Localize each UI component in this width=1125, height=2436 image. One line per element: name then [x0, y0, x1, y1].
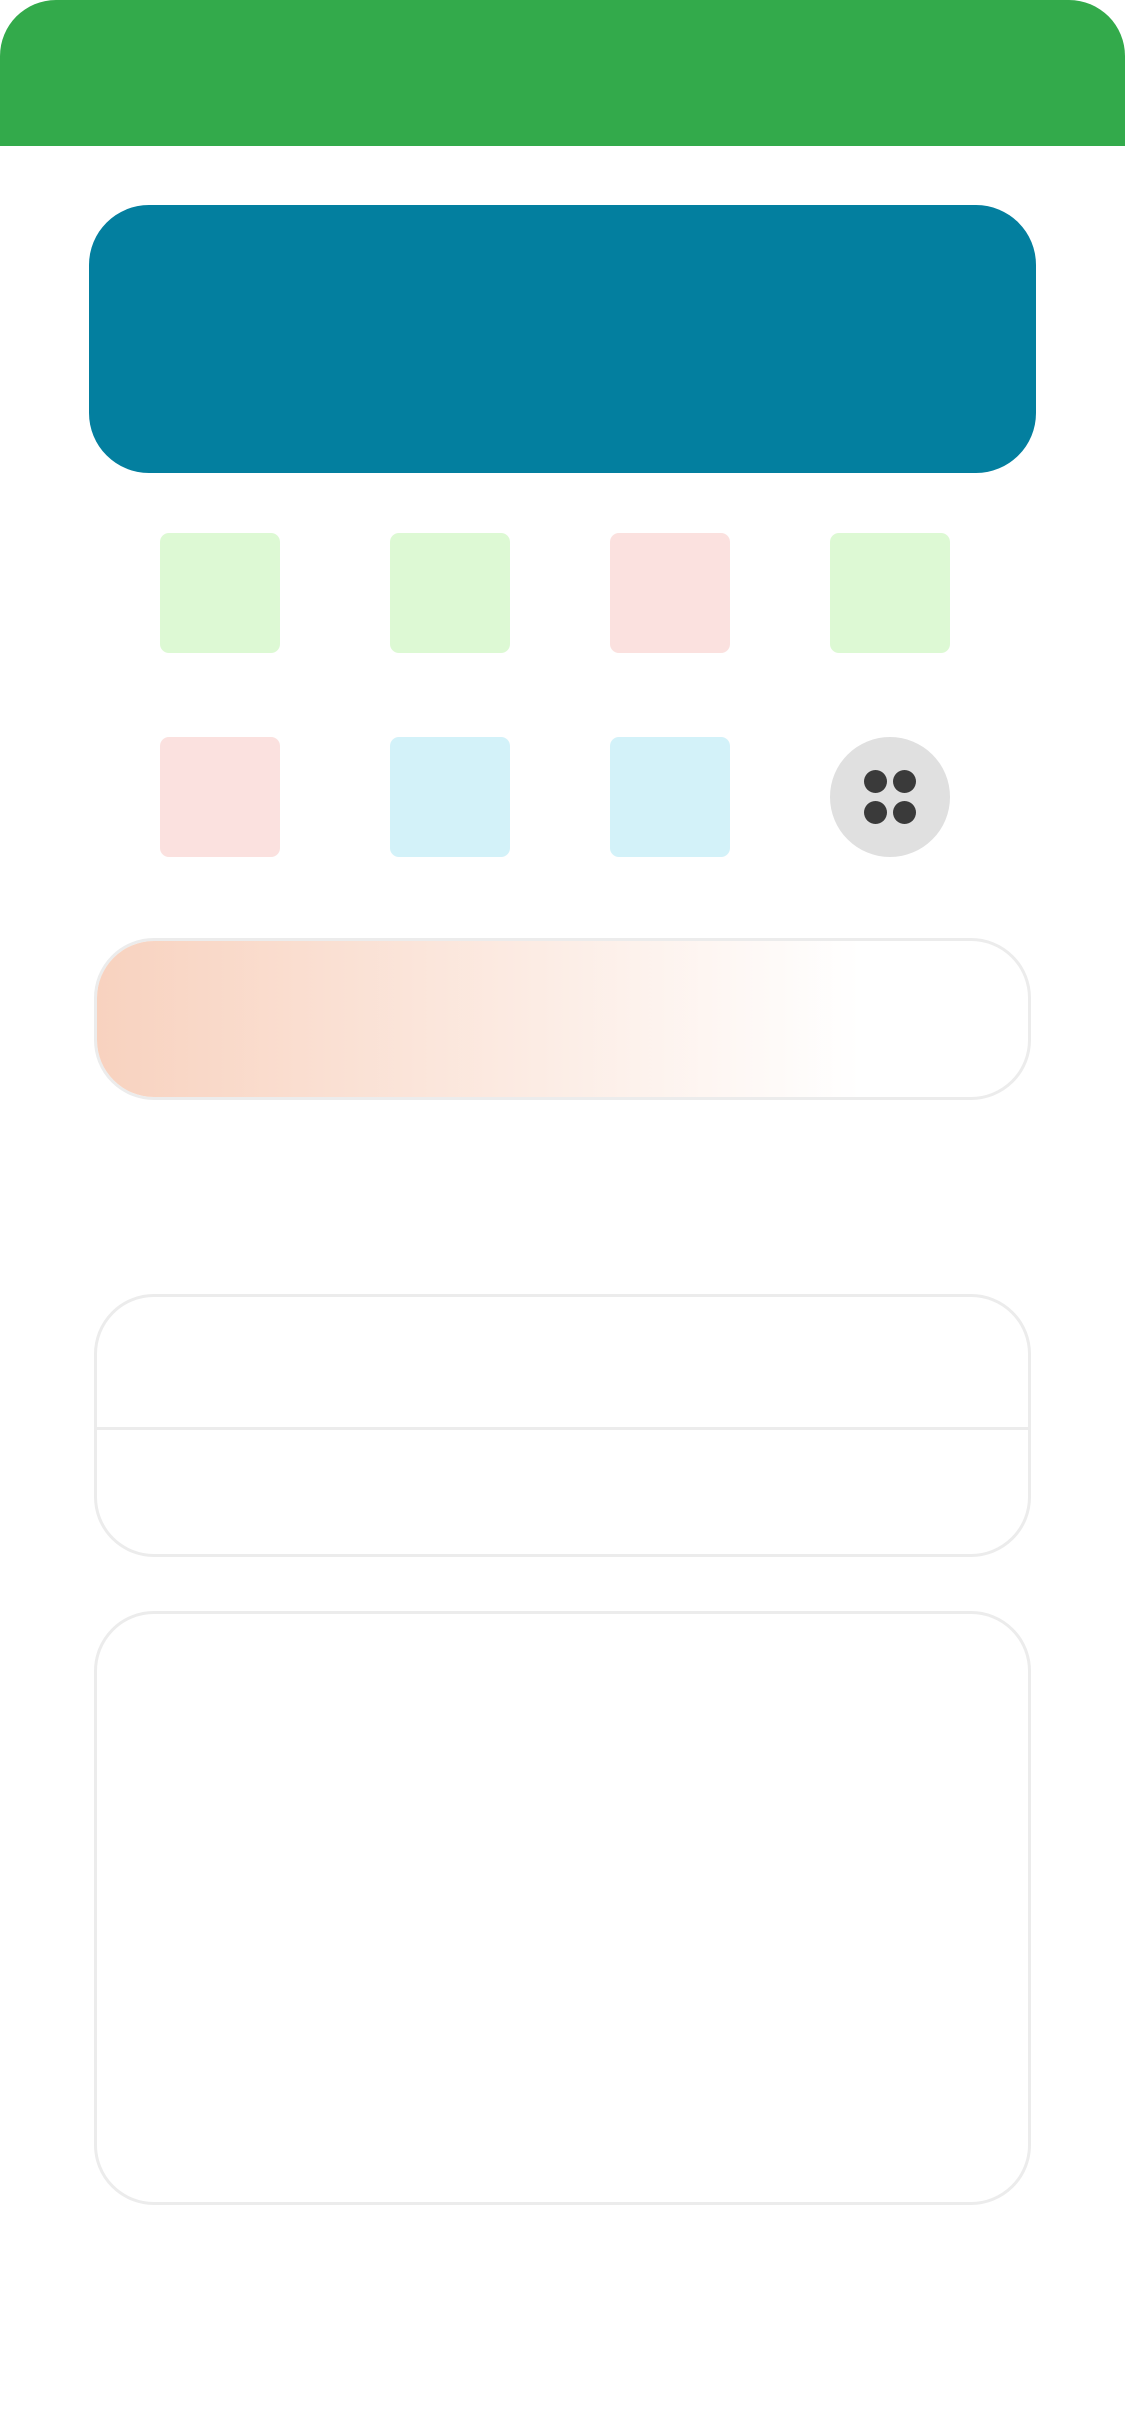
list-item[interactable] — [97, 1430, 1028, 1554]
shortcut-tile-5[interactable] — [160, 737, 280, 857]
shortcut-tile-1[interactable] — [160, 533, 280, 653]
featured-banner[interactable] — [89, 205, 1036, 473]
promo-gradient — [97, 941, 861, 1097]
more-dot — [864, 770, 887, 793]
shortcut-tile-4[interactable] — [830, 533, 950, 653]
shortcut-tile-2[interactable] — [390, 533, 510, 653]
more-apps-button[interactable] — [830, 737, 950, 857]
shortcut-tile-3[interactable] — [610, 533, 730, 653]
list-card — [94, 1294, 1031, 1557]
more-dot — [893, 770, 916, 793]
content-card — [94, 1611, 1031, 2205]
shortcut-tile-6[interactable] — [390, 737, 510, 857]
promo-card[interactable] — [94, 938, 1031, 1100]
more-dot — [893, 801, 916, 824]
app-header — [0, 0, 1125, 146]
more-dot — [864, 801, 887, 824]
shortcut-tile-7[interactable] — [610, 737, 730, 857]
list-item[interactable] — [97, 1297, 1028, 1429]
